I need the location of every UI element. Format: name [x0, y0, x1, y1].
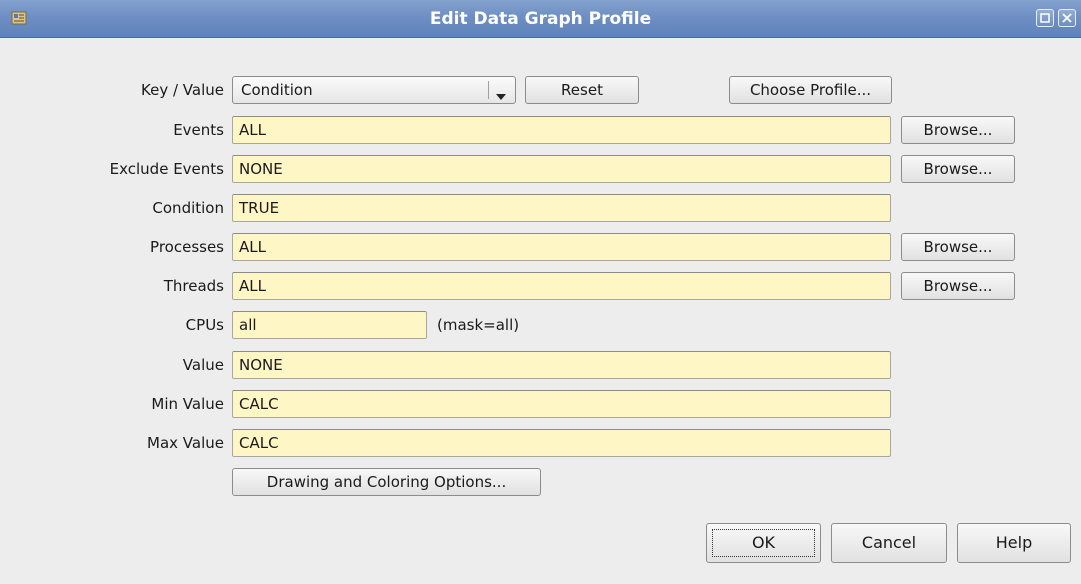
- events-browse-button[interactable]: Browse...: [901, 116, 1015, 144]
- min-value-field[interactable]: CALC: [232, 390, 891, 418]
- key-value-selected: Condition: [241, 81, 313, 99]
- processes-browse-button[interactable]: Browse...: [901, 233, 1015, 261]
- processes-field[interactable]: ALL: [232, 233, 891, 261]
- value-field[interactable]: NONE: [232, 351, 891, 379]
- maximize-button[interactable]: [1036, 9, 1054, 27]
- title-bar: Edit Data Graph Profile: [0, 0, 1081, 38]
- threads-field[interactable]: ALL: [232, 272, 891, 300]
- ok-button[interactable]: OK: [706, 523, 821, 563]
- dropdown-separator: [488, 81, 489, 99]
- close-button[interactable]: [1058, 9, 1076, 27]
- condition-label: Condition: [152, 199, 224, 217]
- focus-ring: [712, 529, 815, 557]
- cpu-mask-note: (mask=all): [437, 316, 520, 334]
- cpus-field[interactable]: all: [232, 311, 427, 339]
- choose-profile-button[interactable]: Choose Profile...: [729, 76, 892, 104]
- threads-label: Threads: [163, 277, 224, 295]
- close-icon: [1062, 13, 1072, 23]
- events-field[interactable]: ALL: [232, 116, 891, 144]
- exclude-events-browse-button[interactable]: Browse...: [901, 155, 1015, 183]
- threads-browse-button[interactable]: Browse...: [901, 272, 1015, 300]
- help-button[interactable]: Help: [957, 523, 1071, 563]
- key-value-label: Key / Value: [141, 81, 224, 99]
- value-label: Value: [182, 356, 224, 374]
- maximize-icon: [1040, 13, 1050, 23]
- cancel-button[interactable]: Cancel: [831, 523, 947, 563]
- condition-field[interactable]: TRUE: [232, 194, 891, 222]
- processes-label: Processes: [150, 238, 224, 256]
- exclude-events-field[interactable]: NONE: [232, 155, 891, 183]
- max-value-field[interactable]: CALC: [232, 429, 891, 457]
- max-value-label: Max Value: [147, 434, 224, 452]
- drawing-coloring-options-button[interactable]: Drawing and Coloring Options...: [232, 468, 541, 496]
- reset-button[interactable]: Reset: [525, 76, 639, 104]
- events-label: Events: [173, 121, 224, 139]
- window-title: Edit Data Graph Profile: [429, 9, 652, 29]
- key-value-dropdown[interactable]: Condition: [232, 76, 516, 104]
- chevron-down-icon: [496, 87, 506, 105]
- exclude-events-label: Exclude Events: [109, 160, 224, 178]
- min-value-label: Min Value: [151, 395, 224, 413]
- cpus-label: CPUs: [185, 316, 224, 334]
